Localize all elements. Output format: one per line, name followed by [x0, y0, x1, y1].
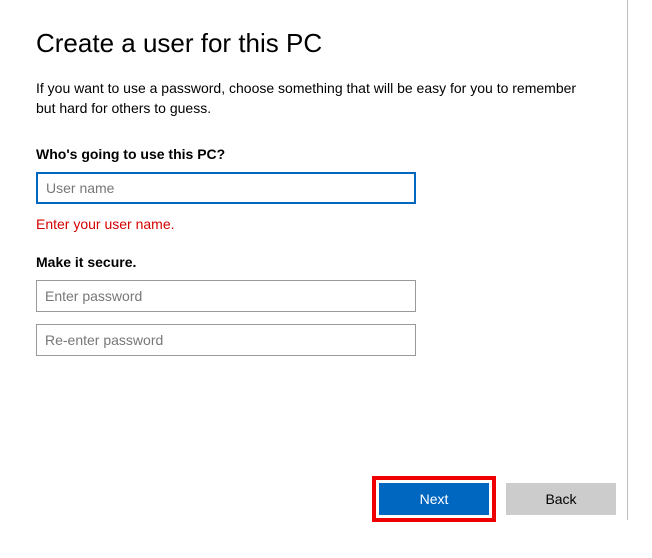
next-button-highlight: Next [372, 476, 496, 522]
password-section-label: Make it secure. [36, 254, 616, 270]
button-row: Next Back [372, 476, 616, 522]
username-input[interactable] [36, 172, 416, 204]
username-error: Enter your user name. [36, 216, 616, 232]
right-divider [627, 0, 628, 520]
page-description: If you want to use a password, choose so… [36, 79, 596, 118]
password-input[interactable] [36, 280, 416, 312]
next-button[interactable]: Next [379, 483, 489, 515]
confirm-password-input[interactable] [36, 324, 416, 356]
back-button[interactable]: Back [506, 483, 616, 515]
username-label: Who's going to use this PC? [36, 146, 616, 162]
page-title: Create a user for this PC [36, 28, 616, 59]
